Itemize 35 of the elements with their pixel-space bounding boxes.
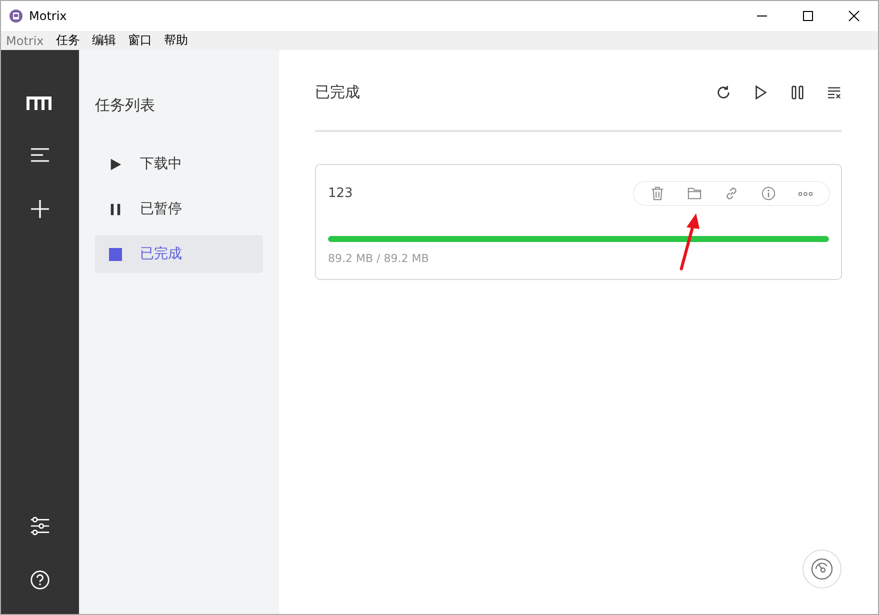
settings-icon[interactable] — [30, 516, 50, 536]
menu-item[interactable]: 窗口 — [128, 32, 152, 49]
close-icon[interactable] — [848, 10, 860, 22]
link-icon[interactable] — [724, 186, 739, 201]
menu-item[interactable]: 任务 — [56, 32, 80, 49]
more-icon[interactable] — [798, 190, 813, 196]
task-card[interactable]: 123 89.2 MB / 89.2 MB — [315, 164, 842, 280]
task-filter-item[interactable]: 已完成 — [95, 235, 263, 273]
stop-icon — [109, 248, 122, 260]
trash-icon[interactable] — [650, 186, 665, 201]
help-icon[interactable] — [30, 570, 50, 590]
window-title: Motrix — [29, 9, 67, 23]
info-icon[interactable] — [761, 186, 776, 201]
page-title: 已完成 — [315, 82, 360, 102]
folder-icon[interactable] — [687, 186, 702, 201]
menu-icon[interactable] — [30, 145, 50, 165]
task-filter-item[interactable]: 已暂停 — [95, 190, 263, 228]
play-icon[interactable] — [753, 84, 768, 100]
logo-icon[interactable] — [26, 95, 54, 111]
task-filter-item[interactable]: 下载中 — [95, 145, 263, 183]
task-name: 123 — [328, 186, 353, 201]
speedometer-icon[interactable] — [802, 549, 842, 589]
pause-icon — [109, 202, 122, 216]
menu-item[interactable]: 编辑 — [92, 32, 116, 49]
play-icon — [109, 158, 122, 170]
plus-icon[interactable] — [30, 199, 50, 219]
menu-item[interactable]: Motrix — [6, 34, 44, 48]
progress-text: 89.2 MB / 89.2 MB — [328, 252, 430, 265]
refresh-icon[interactable] — [716, 84, 731, 100]
clear-list-icon[interactable] — [827, 84, 842, 100]
panel-title: 任务列表 — [95, 96, 156, 115]
menu-item[interactable]: 帮助 — [164, 32, 188, 49]
pause-icon[interactable] — [790, 84, 805, 100]
maximize-icon[interactable] — [802, 10, 814, 22]
app-icon — [9, 9, 23, 23]
